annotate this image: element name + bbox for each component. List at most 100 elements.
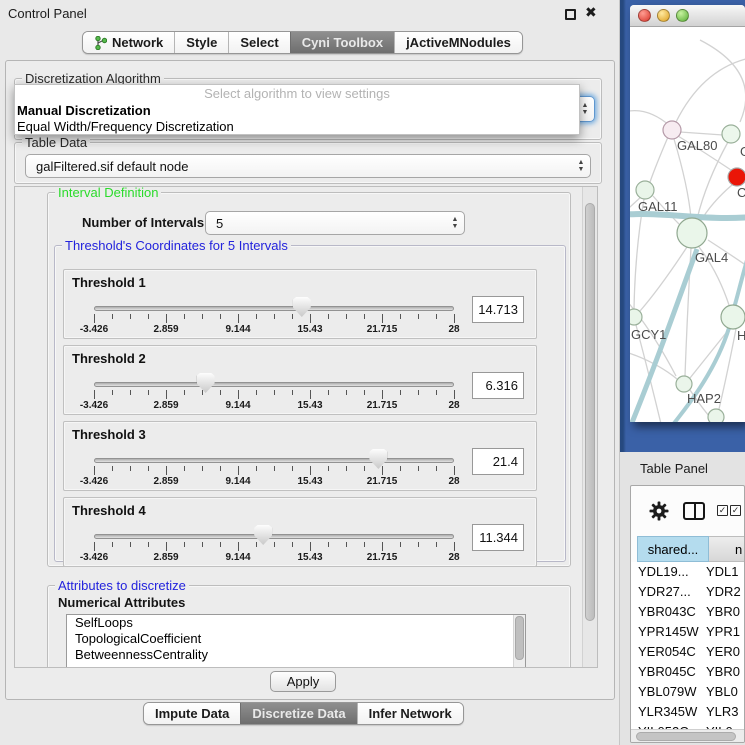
top-tab-bar: Network Style Select Cyni Toolbox jActiv… <box>82 31 523 54</box>
network-desktop-frame: GAL80 G C GAL11 GAL4 GCY1 H HAP2 <box>620 0 745 452</box>
algorithm-dropdown-popup: Select algorithm to view settings Manual… <box>14 84 580 135</box>
table-row[interactable]: YBL079WYBL0 <box>631 682 745 702</box>
number-of-intervals-combobox[interactable]: 5 ▲▼ <box>205 211 465 235</box>
tab-style[interactable]: Style <box>174 32 228 53</box>
scrollbar-thumb[interactable] <box>585 203 595 621</box>
threshold-2-panel: Threshold 2 -3.426 2.859 9.144 15.43 21.… <box>63 345 537 415</box>
network-icon <box>94 36 107 50</box>
close-icon[interactable]: ✖ <box>585 4 597 21</box>
node <box>636 181 654 199</box>
slider-ticks <box>94 466 454 475</box>
scrollbar-thumb[interactable] <box>636 732 736 741</box>
node-label: H <box>737 328 745 343</box>
control-panel: Control Panel ✖ Network Style Select Cyn… <box>0 0 620 745</box>
table-row[interactable]: YBR043CYBR0 <box>631 602 745 622</box>
minimize-traffic-light[interactable] <box>657 9 670 22</box>
node-label: HAP2 <box>687 391 721 406</box>
tab-discretize-data[interactable]: Discretize Data <box>240 703 356 724</box>
attributes-group-label: Attributes to discretize <box>55 578 189 593</box>
network-graph: GAL80 G C GAL11 GAL4 GCY1 H HAP2 <box>630 27 745 422</box>
close-traffic-light[interactable] <box>638 9 651 22</box>
checkbox-icon[interactable]: ✓ <box>730 505 741 516</box>
node-label: GAL80 <box>677 138 717 153</box>
threshold-1-slider[interactable] <box>94 306 454 311</box>
algorithm-placeholder: Select algorithm to view settings <box>15 85 579 103</box>
interval-definition-label: Interval Definition <box>55 186 161 200</box>
network-canvas[interactable]: GAL80 G C GAL11 GAL4 GCY1 H HAP2 <box>630 27 745 422</box>
interval-definition-group: Interval Definition Number of Intervals … <box>47 192 571 567</box>
float-window-icon[interactable] <box>565 9 576 20</box>
table-row[interactable]: YPR145WYPR1 <box>631 622 745 642</box>
column-header-name[interactable]: n <box>709 536 745 562</box>
table-row[interactable]: YLR345WYLR3 <box>631 702 745 722</box>
algorithm-option-equal-width[interactable]: Equal Width/Frequency Discretization <box>15 119 579 135</box>
network-window-titlebar[interactable] <box>630 5 745 27</box>
table-row[interactable]: YBR045CYBR0 <box>631 662 745 682</box>
bottom-tab-bar: Impute Data Discretize Data Infer Networ… <box>143 702 464 725</box>
threshold-4-value[interactable]: 11.344 <box>472 524 524 551</box>
table-panel-title: Table Panel <box>640 461 708 476</box>
node-label: C <box>737 185 745 200</box>
list-item[interactable]: SelfLoops <box>67 615 525 631</box>
table-panel-body: ✓ ✓ shared... n YDL19...YDL1 YDR27...YDR… <box>630 485 745 743</box>
numerical-attributes-list: SelfLoops TopologicalCoefficient Between… <box>66 614 526 668</box>
node <box>630 309 642 325</box>
thresholds-group: Threshold's Coordinates for 5 Intervals … <box>54 245 566 562</box>
node <box>722 125 740 143</box>
tab-cyni-toolbox[interactable]: Cyni Toolbox <box>290 32 394 53</box>
list-item[interactable]: BetweennessCentrality <box>67 647 525 663</box>
threshold-2-value[interactable]: 6.316 <box>472 372 524 399</box>
tab-network-label: Network <box>112 35 163 50</box>
threshold-2-slider[interactable] <box>94 382 454 387</box>
tab-impute-data[interactable]: Impute Data <box>144 703 240 724</box>
table-row[interactable]: YIL052CYIL0 <box>631 722 745 729</box>
numerical-attributes-label: Numerical Attributes <box>58 595 185 610</box>
table-data-combobox[interactable]: galFiltered.sif default node ▲▼ <box>25 154 591 178</box>
split-columns-icon[interactable] <box>683 502 705 520</box>
node-label: GAL4 <box>695 250 728 265</box>
slider-ticks <box>94 542 454 551</box>
node <box>676 376 692 392</box>
threshold-3-slider[interactable] <box>94 458 454 463</box>
node-selected <box>728 168 745 186</box>
threshold-3-value[interactable]: 21.4 <box>472 448 524 475</box>
zoom-traffic-light[interactable] <box>676 9 689 22</box>
node-label: GAL11 <box>638 199 678 214</box>
checkbox-icon[interactable]: ✓ <box>717 505 728 516</box>
table-header: shared... n <box>631 536 745 562</box>
node <box>708 409 724 422</box>
list-item[interactable]: TopologicalCoefficient <box>67 631 525 647</box>
table-data-group: Table Data galFiltered.sif default node … <box>14 142 602 184</box>
column-header-shared[interactable]: shared... <box>637 536 709 562</box>
panel-title: Control Panel <box>8 6 87 21</box>
number-of-intervals-label: Number of Intervals <box>82 215 204 230</box>
node <box>677 218 707 248</box>
horizontal-scrollbar[interactable] <box>631 729 744 742</box>
threshold-4-slider[interactable] <box>94 534 454 539</box>
combo-arrows-icon: ▲▼ <box>446 216 464 230</box>
threshold-4-panel: Threshold 4 -3.426 2.859 9.144 15.43 21.… <box>63 497 537 567</box>
gear-icon[interactable] <box>649 501 669 521</box>
table-data-selected: galFiltered.sif default node <box>26 159 572 174</box>
tab-jactivemnodules[interactable]: jActiveMNodules <box>394 32 522 53</box>
table-row[interactable]: YDR27...YDR2 <box>631 582 745 602</box>
table-row[interactable]: YDL19...YDL1 <box>631 562 745 582</box>
threshold-1-value[interactable]: 14.713 <box>472 296 524 323</box>
vertical-scrollbar[interactable] <box>582 187 597 667</box>
network-view-window: GAL80 G C GAL11 GAL4 GCY1 H HAP2 <box>630 5 745 422</box>
slider-ticks <box>94 314 454 323</box>
tab-network[interactable]: Network <box>83 32 174 53</box>
table-row[interactable]: YER054CYER0 <box>631 642 745 662</box>
node-label: G <box>740 144 745 159</box>
node-label: GCY1 <box>631 327 666 342</box>
node <box>663 121 681 139</box>
threshold-3-panel: Threshold 3 -3.426 2.859 9.144 15.43 21.… <box>63 421 537 491</box>
list-scrollbar[interactable] <box>513 615 525 668</box>
apply-button[interactable]: Apply <box>270 671 336 692</box>
slider-ticks <box>94 390 454 399</box>
table-toolbar: ✓ ✓ <box>631 486 744 536</box>
tab-select[interactable]: Select <box>228 32 289 53</box>
node <box>721 305 745 329</box>
algorithm-option-manual[interactable]: Manual Discretization <box>15 103 579 119</box>
tab-infer-network[interactable]: Infer Network <box>357 703 463 724</box>
